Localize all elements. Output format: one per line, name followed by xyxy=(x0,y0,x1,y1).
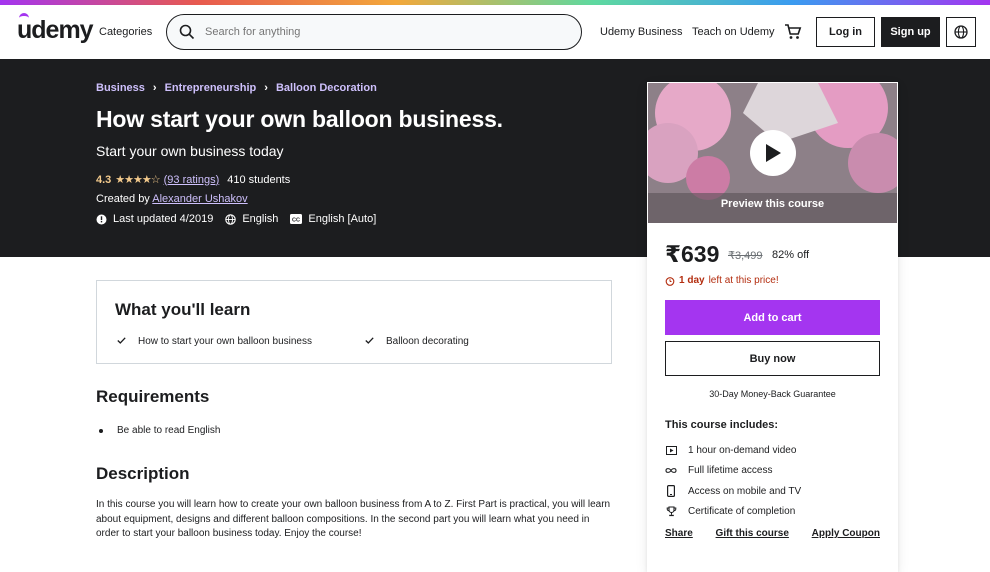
last-updated: Last updated 4/2019 xyxy=(96,213,213,225)
ratings-count-link[interactable]: (93 ratings) xyxy=(164,174,220,186)
breadcrumb-entrepreneurship[interactable]: Entrepreneurship xyxy=(165,82,257,94)
apply-coupon-link[interactable]: Apply Coupon xyxy=(812,528,880,539)
language-globe-button[interactable] xyxy=(946,17,976,47)
list-item: Access on mobile and TV xyxy=(665,481,801,502)
video-icon xyxy=(665,445,677,455)
play-icon xyxy=(766,144,781,162)
current-price: ₹639 xyxy=(665,241,720,267)
udemy-business-link[interactable]: Udemy Business xyxy=(600,26,683,38)
teach-link[interactable]: Teach on Udemy xyxy=(692,26,775,38)
chevron-right-icon: › xyxy=(152,82,157,94)
mobile-icon xyxy=(665,485,677,498)
learn-item: How to start your own balloon business xyxy=(117,336,312,347)
logo-hat-icon xyxy=(19,13,29,19)
created-by: Created by Alexander Ushakov xyxy=(96,193,248,205)
course-captions: CC English [Auto] xyxy=(290,213,376,225)
alarm-clock-icon xyxy=(665,276,675,286)
bullet-icon xyxy=(99,428,103,433)
list-item: Certificate of completion xyxy=(665,502,801,523)
svg-text:CC: CC xyxy=(292,217,300,223)
search-bar[interactable] xyxy=(166,14,582,50)
learn-item: Balloon decorating xyxy=(365,336,469,347)
checkmark-icon xyxy=(365,336,374,347)
list-item: 1 hour on-demand video xyxy=(665,440,801,461)
learn-heading: What you'll learn xyxy=(115,300,251,319)
money-back-guarantee: 30-Day Money-Back Guarantee xyxy=(709,389,836,399)
breadcrumb-business[interactable]: Business xyxy=(96,82,145,94)
play-button[interactable] xyxy=(750,130,796,176)
list-item: Full lifetime access xyxy=(665,461,801,482)
buy-now-button[interactable]: Buy now xyxy=(665,341,880,376)
discount-percent: 82% off xyxy=(772,249,810,261)
gift-course-link[interactable]: Gift this course xyxy=(716,528,789,539)
price-timer: 1 day left at this price! xyxy=(665,275,779,286)
infinity-icon xyxy=(665,467,677,474)
what-youll-learn-box: What you'll learn How to start your own … xyxy=(96,280,612,364)
includes-heading: This course includes: xyxy=(665,419,779,431)
course-subtitle: Start your own business today xyxy=(96,143,284,159)
includes-list: 1 hour on-demand video Full lifetime acc… xyxy=(665,440,801,522)
instructor-link[interactable]: Alexander Ushakov xyxy=(152,193,247,205)
course-language: English xyxy=(225,213,278,225)
top-header: udemy Categories Udemy Business Teach on… xyxy=(0,5,990,59)
add-to-cart-button[interactable]: Add to cart xyxy=(665,300,880,335)
login-button[interactable]: Log in xyxy=(816,17,875,47)
cart-icon[interactable] xyxy=(784,23,802,46)
search-input[interactable] xyxy=(205,23,565,41)
checkmark-icon xyxy=(117,336,126,347)
search-icon[interactable] xyxy=(179,24,195,45)
chevron-right-icon: › xyxy=(264,82,268,94)
star-rating-icon: ★★★★☆ xyxy=(115,174,160,186)
purchase-sidebar: Preview this course ₹639 ₹3,499 82% off … xyxy=(647,82,898,572)
signup-button[interactable]: Sign up xyxy=(881,17,940,47)
udemy-logo[interactable]: udemy xyxy=(17,13,94,45)
breadcrumb: Business › Entrepreneurship › Balloon De… xyxy=(96,82,377,94)
trophy-icon xyxy=(665,506,677,517)
course-title: How start your own balloon business. xyxy=(96,106,503,132)
requirement-item: Be able to read English xyxy=(99,425,220,436)
description-text: In this course you will learn how to cre… xyxy=(96,499,611,539)
preview-label[interactable]: Preview this course xyxy=(648,198,897,210)
course-meta: Last updated 4/2019 English CC English [… xyxy=(96,213,388,225)
globe-icon xyxy=(225,213,237,225)
sidebar-links: Share Gift this course Apply Coupon xyxy=(665,528,880,539)
requirements-heading: Requirements xyxy=(96,387,210,406)
original-price: ₹3,499 xyxy=(728,250,763,262)
share-link[interactable]: Share xyxy=(665,528,693,539)
closed-captions-icon: CC xyxy=(290,214,303,224)
description-heading: Description xyxy=(96,464,190,483)
rating-row: 4.3 ★★★★☆ (93 ratings) 410 students xyxy=(96,173,291,187)
rating-value: 4.3 xyxy=(96,173,112,186)
alert-badge-icon xyxy=(96,214,107,224)
course-preview-video[interactable]: Preview this course xyxy=(648,83,897,223)
categories-link[interactable]: Categories xyxy=(99,26,152,38)
breadcrumb-balloon-decoration[interactable]: Balloon Decoration xyxy=(276,82,377,94)
students-count: 410 students xyxy=(227,173,291,186)
globe-icon xyxy=(954,25,968,39)
